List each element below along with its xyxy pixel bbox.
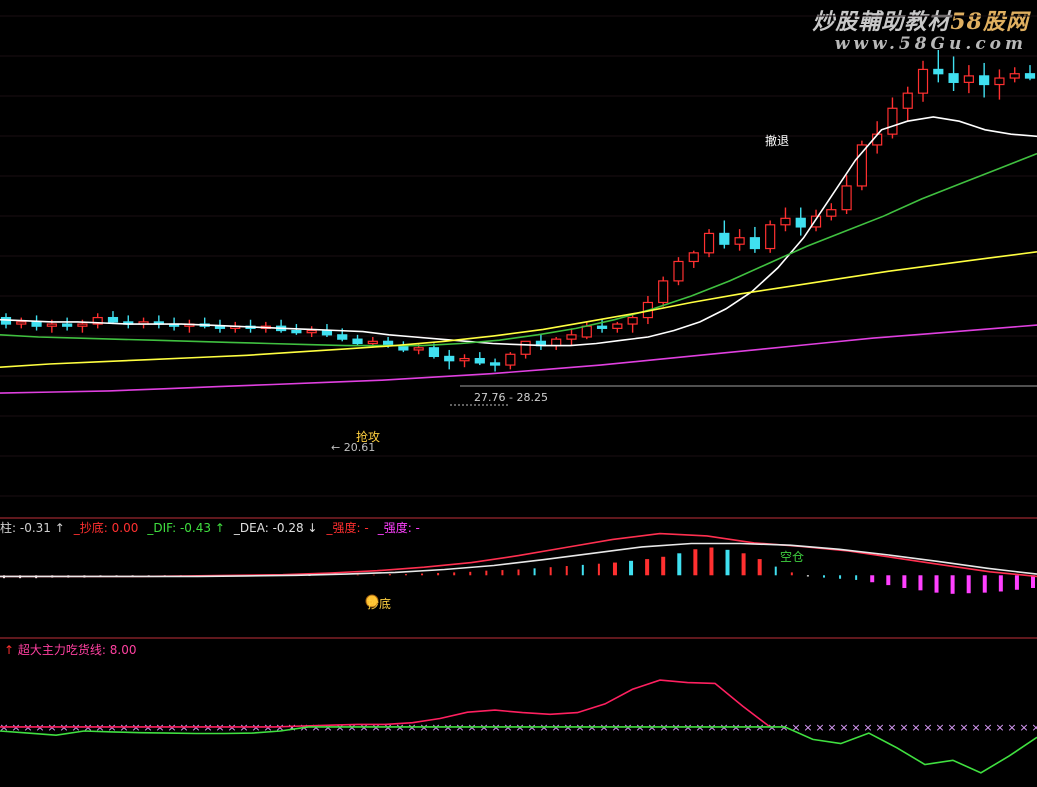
candle-up — [306, 329, 317, 334]
candle-up — [673, 260, 684, 282]
candle-up — [841, 185, 852, 211]
candle-down — [719, 232, 730, 245]
x-marker: × — [887, 721, 896, 734]
range-label: 27.76 - 28.25 — [474, 391, 548, 404]
candle-down — [933, 68, 944, 75]
candle-up — [780, 217, 791, 226]
candle-up — [16, 321, 27, 325]
ma-yellow-line — [0, 251, 1037, 368]
candle-up — [612, 323, 623, 329]
macd-bottom-label: 抄底 — [367, 597, 392, 611]
indicator-item: _DEA: -0.28 ↓ — [233, 521, 318, 535]
candle-up — [1009, 73, 1020, 79]
candle-up — [887, 107, 898, 135]
candle-down — [62, 323, 73, 327]
x-marker: × — [923, 721, 932, 734]
x-marker: × — [839, 721, 848, 734]
x-marker: × — [995, 721, 1004, 734]
x-marker: × — [1031, 721, 1037, 734]
x-marker: × — [287, 721, 296, 734]
x-marker: × — [983, 721, 992, 734]
candle-up — [77, 323, 88, 327]
candle-up — [963, 75, 974, 83]
x-marker: × — [1019, 721, 1028, 734]
candle-up — [734, 237, 745, 245]
candle-down — [444, 355, 455, 362]
candle-down — [31, 321, 42, 327]
x-marker: × — [899, 721, 908, 734]
candle-down — [107, 316, 119, 323]
candle-down — [749, 237, 760, 250]
x-marker: × — [851, 721, 860, 734]
macd-empty-label: 空仓 — [780, 550, 805, 564]
candle-up — [520, 340, 531, 355]
candle-up — [703, 232, 715, 254]
x-marker: × — [971, 721, 980, 734]
candle-down — [474, 357, 485, 364]
x-marker: × — [911, 721, 920, 734]
x-marker: × — [815, 721, 824, 734]
candle-down — [489, 362, 501, 366]
stock-chart-window: 炒股輔助教材58股网 www.58Gu.com × × × × × × × × × × × × × × × ×… — [0, 0, 1037, 787]
candle-up — [658, 280, 669, 304]
candle-down — [291, 329, 302, 334]
candle-up — [413, 347, 424, 351]
exit-signal-label: 撤退 — [765, 134, 790, 148]
x-marker: × — [863, 721, 872, 734]
ma-green-line — [0, 152, 1037, 347]
x-marker: × — [827, 721, 836, 734]
candle-up — [994, 77, 1005, 86]
candle-up — [551, 338, 562, 347]
candle-down — [428, 347, 440, 358]
candle-down — [1024, 73, 1036, 79]
candle-down — [337, 334, 348, 340]
candle-down — [979, 75, 990, 86]
x-marker: × — [947, 721, 956, 734]
lower-indicator-header: ↑ 超大主力吃货线: 8.00 — [4, 643, 137, 657]
candle-up — [581, 325, 592, 338]
candle-up — [505, 353, 516, 366]
candle-down — [795, 217, 806, 228]
indicator-item: _强度: - — [326, 521, 369, 535]
candle-down — [321, 329, 333, 336]
candle-up — [367, 340, 378, 345]
candle-up — [459, 357, 470, 362]
macd-indicator-bar: 柱: -0.31 ↑ _抄底: 0.00 _DIF: -0.43 ↑ _DEA: -0… — [0, 519, 429, 536]
indicator-item: _DIF: -0.43 ↑ — [147, 521, 225, 535]
low-price-label: ← 20.61 — [331, 441, 376, 454]
indicator-item: 柱: -0.31 ↑ — [0, 521, 65, 535]
x-marker: × — [959, 721, 968, 734]
candle-up — [688, 252, 699, 263]
candle-up — [566, 334, 577, 340]
candle-up — [826, 209, 837, 217]
candle-up — [765, 224, 776, 250]
x-marker: × — [1007, 721, 1016, 734]
candle-up — [917, 68, 929, 94]
indicator-item: _抄底: 0.00 — [73, 521, 139, 535]
x-marker: × — [803, 721, 812, 734]
candle-down — [352, 338, 363, 345]
candle-down — [596, 325, 608, 329]
x-marker: × — [875, 721, 884, 734]
candle-up — [856, 144, 867, 187]
candle-up — [902, 92, 913, 109]
ma-white-line — [0, 116, 1037, 347]
candle-up — [46, 323, 57, 327]
indicator-item: _强度: - — [377, 521, 420, 535]
candle-down — [948, 73, 959, 83]
candle-up — [627, 316, 638, 325]
x-marker: × — [935, 721, 944, 734]
